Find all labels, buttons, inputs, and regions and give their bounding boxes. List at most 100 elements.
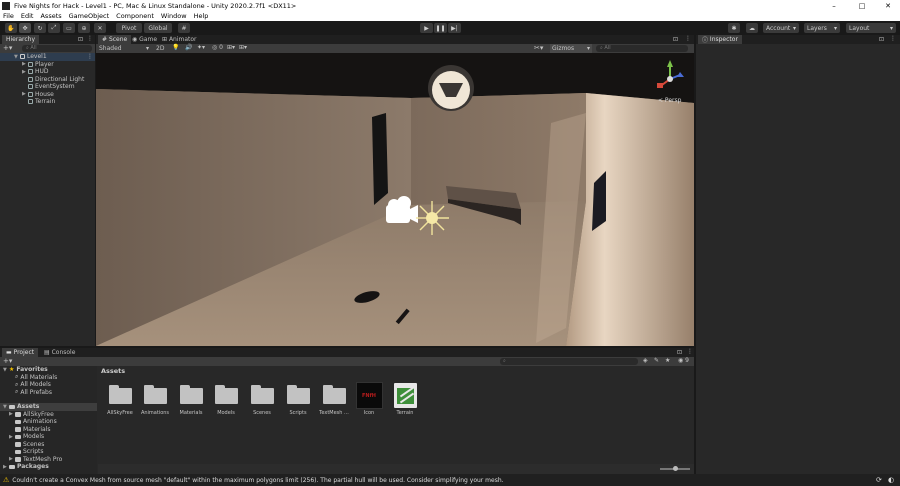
- tab-console[interactable]: ▤ Console: [40, 348, 79, 357]
- cloud-icon[interactable]: ☁: [746, 23, 758, 33]
- lock-icon[interactable]: ⊡: [78, 36, 83, 43]
- more-menu-icon[interactable]: ⋮: [87, 53, 93, 60]
- hierarchy-item-house[interactable]: ▶ House: [22, 91, 54, 99]
- asset-folder-models[interactable]: Models: [208, 384, 244, 416]
- hierarchy-item-terrain[interactable]: Terrain: [28, 98, 55, 106]
- asset-folder-allskyfree[interactable]: AllSkyFree: [102, 384, 138, 416]
- gizmos-dropdown[interactable]: Gizmos ▾: [550, 44, 592, 53]
- lock-icon[interactable]: ⊡: [677, 349, 682, 356]
- tree-folder-models[interactable]: ▶ Models: [9, 433, 44, 441]
- hierarchy-scene-row[interactable]: ▼ Level1 ⋮: [0, 53, 95, 61]
- scene-camera-icon[interactable]: ⊞▾: [227, 44, 235, 51]
- status-bar[interactable]: ⚠ Couldn't create a Convex Mesh from sou…: [0, 474, 900, 486]
- hand-tool-icon[interactable]: ✋: [5, 23, 17, 33]
- collab-icon[interactable]: ✱: [728, 23, 740, 33]
- tree-folder-textmesh-pro[interactable]: ▶ TextMesh Pro: [9, 456, 62, 464]
- favorite-all-models[interactable]: ⌕ All Models: [15, 381, 51, 389]
- asset-folder-animations[interactable]: Animations: [137, 384, 173, 416]
- transform-tool-icon[interactable]: ⊕: [78, 23, 90, 33]
- tab-animator[interactable]: ⊞ Animator: [158, 35, 201, 44]
- tree-folder-scripts[interactable]: Scripts: [15, 448, 44, 456]
- menu-component[interactable]: Component: [116, 12, 154, 20]
- hidden-objects-icon[interactable]: ◎ 0: [212, 44, 223, 51]
- scale-tool-icon[interactable]: ⤢: [48, 23, 60, 33]
- pause-button[interactable]: ❚❚: [434, 23, 447, 33]
- point-light-gizmo-icon[interactable]: [416, 201, 449, 235]
- hierarchy-item-directional-light[interactable]: Directional Light: [28, 76, 84, 84]
- hierarchy-item-hud[interactable]: ▶ HUD: [22, 68, 49, 76]
- rect-tool-icon[interactable]: ▭: [63, 23, 75, 33]
- global-toggle[interactable]: Global: [144, 23, 172, 33]
- favorite-all-prefabs[interactable]: ⌕ All Prefabs: [15, 388, 52, 397]
- more-menu-icon[interactable]: ⋮: [687, 348, 693, 355]
- tab-scene[interactable]: # Scene: [98, 35, 132, 44]
- asset-folder-materials[interactable]: Materials: [173, 384, 209, 416]
- tree-folder-allskyfree[interactable]: ▶ AllSkyFree: [9, 411, 54, 419]
- audio-toggle-icon[interactable]: 🔊: [185, 44, 192, 51]
- tools-settings-icon[interactable]: ⊞▾: [239, 44, 247, 51]
- pivot-toggle[interactable]: Pivot: [116, 23, 142, 33]
- hierarchy-item-eventsystem[interactable]: EventSystem: [28, 83, 75, 91]
- scene-search-input[interactable]: ⌕ All: [596, 45, 688, 52]
- tools-icon[interactable]: ✂▾: [534, 44, 543, 52]
- step-button[interactable]: ▶|: [448, 23, 461, 33]
- lighting-toggle-icon[interactable]: 💡: [172, 44, 179, 51]
- asset-folder-textmesh-pro[interactable]: TextMesh ...: [316, 384, 352, 416]
- lock-icon[interactable]: ⊡: [673, 36, 678, 43]
- hidden-packages-icon[interactable]: ◉ 9: [678, 357, 689, 364]
- breadcrumb[interactable]: Assets: [98, 366, 694, 376]
- 2d-toggle[interactable]: 2D: [156, 45, 164, 52]
- asset-texture-icon[interactable]: FNfH Icon: [351, 382, 387, 416]
- maximize-button[interactable]: □: [850, 0, 874, 11]
- menu-gameobject[interactable]: GameObject: [69, 12, 110, 20]
- asset-terrain[interactable]: Terrain: [387, 383, 423, 416]
- tab-inspector[interactable]: ⓘ Inspector: [698, 35, 742, 44]
- favorites-header[interactable]: ▼ ★ Favorites: [3, 366, 48, 374]
- project-search-input[interactable]: ⌕: [500, 358, 638, 365]
- tree-folder-animations[interactable]: Animations: [15, 418, 57, 426]
- asset-folder-scripts[interactable]: Scripts: [280, 384, 316, 416]
- favorite-star-icon[interactable]: ★: [665, 357, 670, 364]
- effects-toggle-icon[interactable]: ✦▾: [197, 44, 205, 51]
- menu-file[interactable]: File: [3, 12, 14, 20]
- sync-icon[interactable]: ⟳: [876, 476, 882, 484]
- menu-edit[interactable]: Edit: [21, 12, 34, 20]
- filter-type-icon[interactable]: ◈: [643, 357, 648, 364]
- snap-icon[interactable]: #: [178, 23, 190, 33]
- tab-hierarchy[interactable]: Hierarchy: [2, 35, 40, 44]
- hierarchy-search-input[interactable]: ⌕ All: [22, 45, 92, 52]
- layout-dropdown[interactable]: Layout ▾: [846, 23, 896, 33]
- tree-folder-materials[interactable]: Materials: [15, 426, 51, 434]
- minimize-button[interactable]: –: [822, 0, 846, 11]
- notification-icon[interactable]: ◐: [888, 476, 894, 484]
- zoom-slider-handle[interactable]: [673, 466, 678, 471]
- assets-tree-root[interactable]: ▼ Assets: [0, 403, 97, 411]
- play-button[interactable]: ▶: [420, 23, 433, 33]
- menu-help[interactable]: Help: [194, 12, 209, 20]
- packages-tree-root[interactable]: ▶ Packages: [3, 463, 49, 471]
- asset-folder-scenes[interactable]: Scenes: [244, 384, 280, 416]
- hierarchy-item-player[interactable]: ▶ Player: [22, 61, 54, 69]
- create-add-icon[interactable]: +▾: [3, 357, 12, 365]
- layers-dropdown[interactable]: Layers ▾: [804, 23, 840, 33]
- create-add-icon[interactable]: +▾: [3, 44, 12, 52]
- more-menu-icon[interactable]: ⋮: [685, 35, 691, 42]
- filter-label-icon[interactable]: ✎: [654, 357, 659, 364]
- custom-tool-icon[interactable]: ✕: [94, 23, 106, 33]
- account-dropdown[interactable]: Account ▾: [763, 23, 799, 33]
- move-tool-icon[interactable]: ✥: [19, 23, 31, 33]
- tab-game[interactable]: ◉ Game: [128, 35, 161, 44]
- close-button[interactable]: ✕: [876, 0, 900, 11]
- favorite-all-materials[interactable]: ⌕ All Materials: [15, 373, 57, 382]
- more-menu-icon[interactable]: ⋮: [890, 35, 896, 42]
- menu-assets[interactable]: Assets: [40, 12, 61, 20]
- menu-window[interactable]: Window: [161, 12, 187, 20]
- shading-mode-dropdown[interactable]: Shaded ▾: [97, 44, 151, 53]
- persp-label[interactable]: < Persp: [658, 97, 682, 104]
- tab-project[interactable]: ▬ Project: [2, 348, 39, 357]
- lock-icon[interactable]: ⊡: [879, 36, 884, 43]
- tree-folder-scenes[interactable]: Scenes: [15, 441, 44, 449]
- scene-viewport[interactable]: < Persp: [96, 53, 694, 346]
- rotate-tool-icon[interactable]: ↻: [34, 23, 46, 33]
- more-menu-icon[interactable]: ⋮: [87, 35, 93, 42]
